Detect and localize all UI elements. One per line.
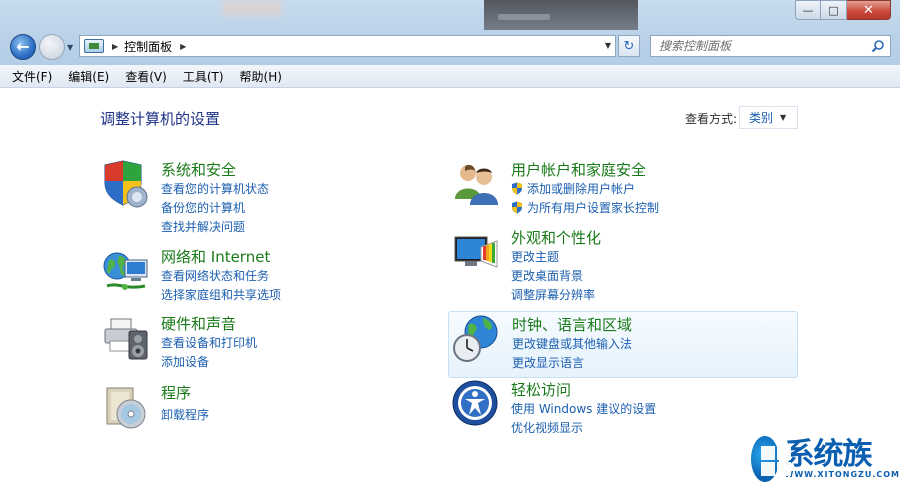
menu-help[interactable]: 帮助(H) [240,68,282,85]
minimize-icon: — [802,3,814,17]
category-hardware-sound: 硬件和声音 查看设备和打印机 添加设备 [101,313,401,370]
ease-of-access-icon [452,380,498,426]
refresh-icon: ↻ [623,38,635,54]
category-appearance: 外观和个性化 更改主题 更改桌面背景 调整屏幕分辨率 [451,227,781,302]
windows-logo-icon [749,434,791,484]
category-title[interactable]: 轻松访问 [511,379,571,400]
address-dropdown-icon[interactable]: ▼ [605,41,611,50]
back-button[interactable]: ← [10,34,36,60]
category-clock-language-region[interactable]: 时钟、语言和区域 更改键盘或其他输入法 更改显示语言 [448,311,798,378]
search-icon[interactable] [871,39,885,53]
link-optimize-display[interactable]: 优化视频显示 [511,419,583,436]
background-blur [222,0,282,16]
close-icon: ✕ [863,2,874,18]
menu-bar: 文件(F) 编辑(E) 查看(V) 工具(T) 帮助(H) [0,65,900,88]
view-by-value: 类别 [749,111,774,125]
network-globe-icon [103,252,148,290]
link-parental-controls[interactable]: 为所有用户设置家长控制 [511,199,659,216]
background-blur [498,14,550,20]
link-desktop-background[interactable]: 更改桌面背景 [511,267,583,284]
watermark-brand: 系统族 [784,436,873,472]
clock-globe-icon [453,315,498,362]
programs-disc-icon [106,387,146,429]
breadcrumb-chevron-icon[interactable]: ▶ [180,42,186,51]
link-devices-printers[interactable]: 查看设备和打印机 [161,334,257,351]
category-ease-of-access: 轻松访问 使用 Windows 建议的设置 优化视频显示 [451,379,781,436]
link-add-remove-accounts[interactable]: 添加或删除用户帐户 [511,180,635,197]
printer-speaker-icon [104,318,148,360]
shield-pc-icon [104,160,148,208]
maximize-button[interactable]: □ [821,0,847,20]
back-arrow-icon: ← [16,37,30,56]
category-network-internet: 网络和 Internet 查看网络状态和任务 选择家庭组和共享选项 [101,246,401,303]
link-add-device[interactable]: 添加设备 [161,353,209,370]
logo-pane [761,446,775,460]
logo-pane [777,462,791,476]
link-change-theme[interactable]: 更改主题 [511,248,559,265]
link-homegroup[interactable]: 选择家庭组和共享选项 [161,286,281,303]
link-check-status[interactable]: 查看您的计算机状态 [161,180,269,197]
link-troubleshoot[interactable]: 查找并解决问题 [161,218,245,235]
maximize-icon: □ [828,3,839,17]
view-by-select[interactable]: 类别 ▼ [739,106,798,129]
link-label: 为所有用户设置家长控制 [527,201,660,215]
control-panel-icon [84,39,104,53]
chevron-down-icon: ▼ [780,113,787,122]
link-uninstall[interactable]: 卸载程序 [161,406,209,423]
category-title[interactable]: 系统和安全 [161,159,236,180]
breadcrumb-chevron-icon[interactable]: ▶ [112,42,118,51]
window-chrome: — □ ✕ ← → ▼ ▶ 控制面板 ▶ ▼ ↻ [0,0,900,65]
search-input[interactable] [659,39,864,53]
category-title[interactable]: 硬件和声音 [161,313,236,334]
link-network-status[interactable]: 查看网络状态和任务 [161,267,269,284]
view-by-label: 查看方式: [685,112,738,126]
logo-pane [777,446,791,460]
recent-pages-dropdown-icon[interactable]: ▼ [67,43,73,52]
link-keyboard-input[interactable]: 更改键盘或其他输入法 [512,335,632,352]
link-recommended-settings[interactable]: 使用 Windows 建议的设置 [511,400,656,417]
link-label: 添加或删除用户帐户 [527,182,636,196]
menu-view[interactable]: 查看(V) [125,68,167,85]
uac-shield-icon [512,182,522,195]
uac-shield-icon [512,201,522,214]
link-screen-resolution[interactable]: 调整屏幕分辨率 [511,286,595,303]
menu-edit[interactable]: 编辑(E) [68,68,109,85]
category-title[interactable]: 时钟、语言和区域 [512,314,632,335]
category-user-accounts: 用户帐户和家庭安全 添加或删除用户帐户 为所有用户设置家长控制 [451,159,781,216]
link-display-language[interactable]: 更改显示语言 [512,354,584,371]
menu-file[interactable]: 文件(F) [12,68,52,85]
site-watermark: 系统族 WWW.XITONGZU.COM [749,429,900,489]
forward-button[interactable]: → [39,34,65,60]
category-title[interactable]: 用户帐户和家庭安全 [511,159,646,180]
monitor-palette-icon [454,236,498,268]
category-system-security: 系统和安全 查看您的计算机状态 备份您的计算机 查找并解决问题 [101,159,401,234]
link-backup[interactable]: 备份您的计算机 [161,199,245,216]
minimize-button[interactable]: — [795,0,821,20]
watermark-text: 系统族 WWW.XITONGZU.COM [784,436,900,479]
address-bar[interactable]: ▶ 控制面板 ▶ ▼ [79,35,616,57]
category-programs: 程序 卸载程序 [101,382,401,429]
forward-arrow-icon: → [45,37,59,56]
category-title[interactable]: 网络和 Internet [161,246,270,267]
close-button[interactable]: ✕ [847,0,891,20]
menu-tools[interactable]: 工具(T) [183,68,224,85]
search-box[interactable] [650,35,891,57]
window-controls: — □ ✕ [795,0,891,20]
watermark-url: WWW.XITONGZU.COM [784,469,900,479]
category-title[interactable]: 程序 [161,382,191,403]
logo-pane [761,462,775,476]
background-window-fragment [484,0,638,30]
users-icon [455,164,498,205]
page-title: 调整计算机的设置 [100,110,221,128]
category-title[interactable]: 外观和个性化 [511,227,601,248]
refresh-button[interactable]: ↻ [618,35,640,57]
breadcrumb-control-panel[interactable]: 控制面板 [124,38,172,55]
